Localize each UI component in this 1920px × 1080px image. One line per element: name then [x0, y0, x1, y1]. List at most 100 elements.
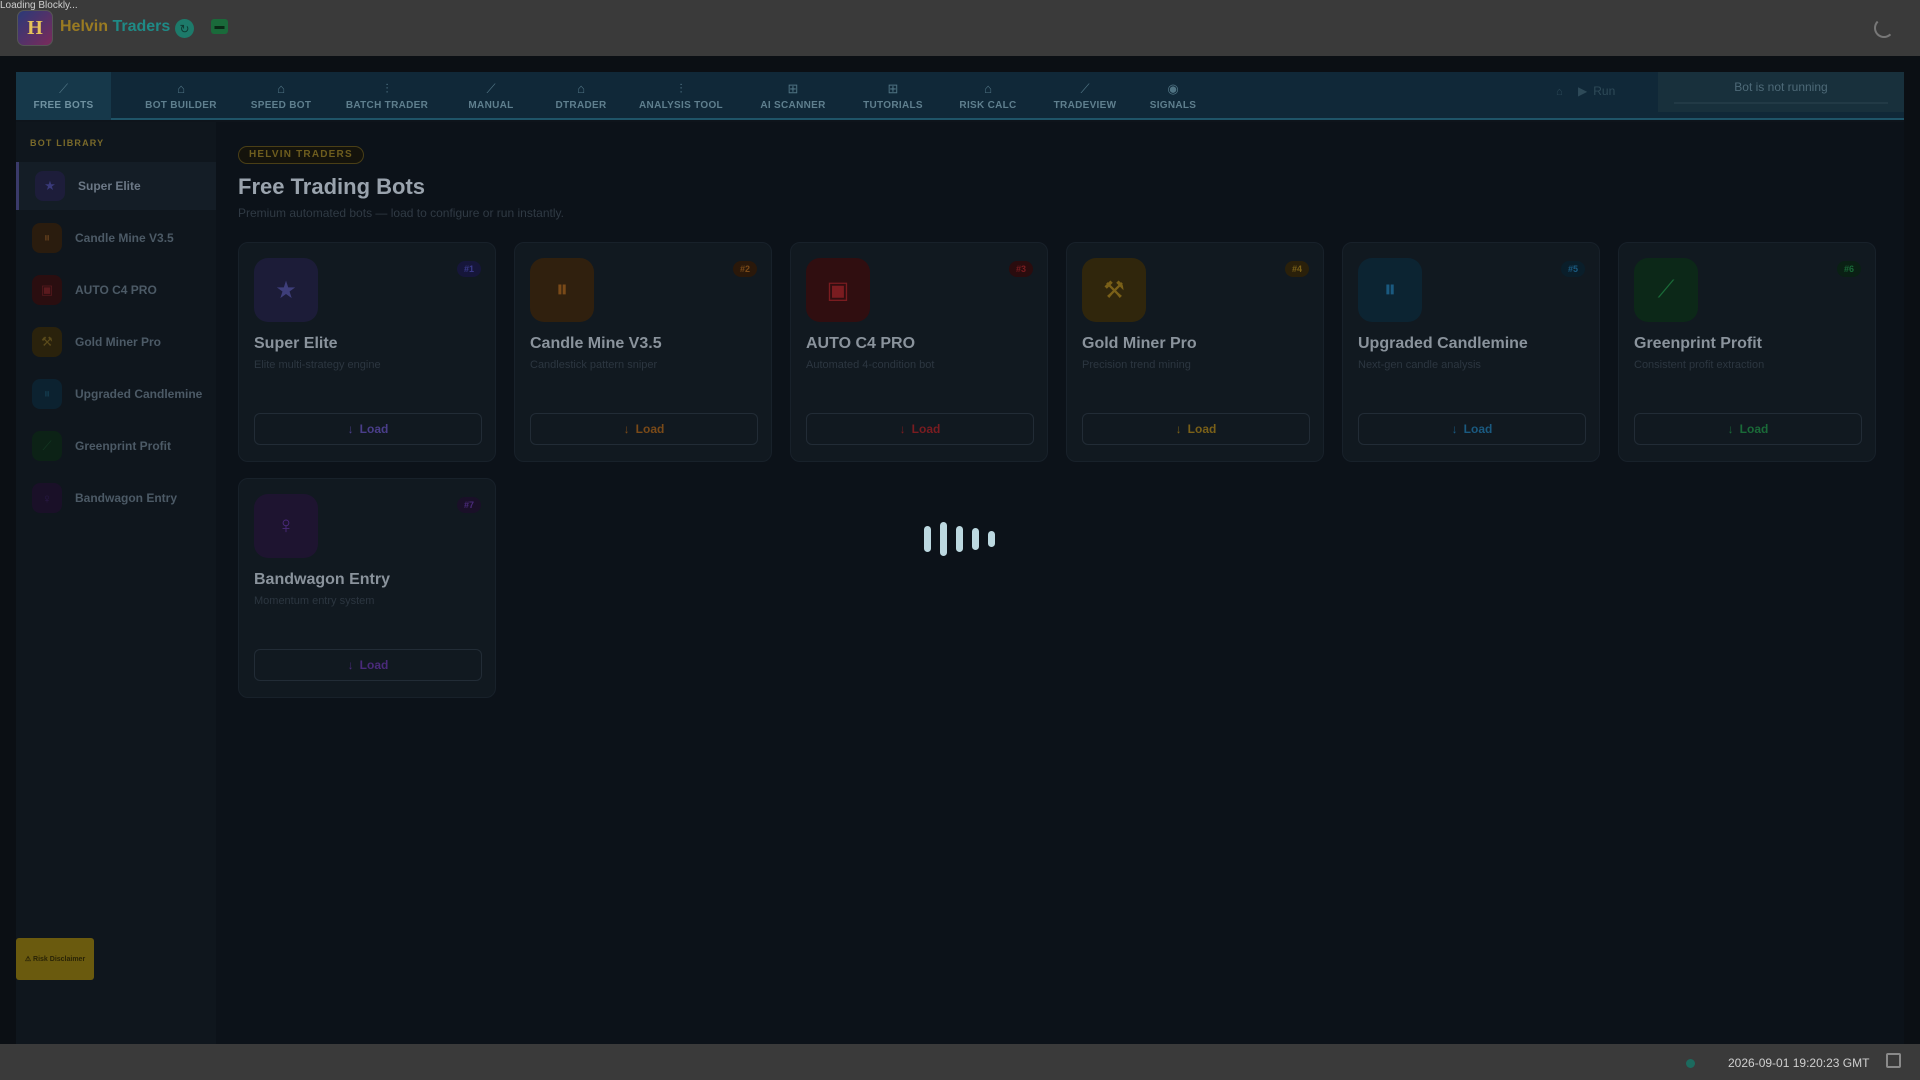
tab-batch-trader[interactable]: ⫶ BATCH TRADER — [332, 72, 442, 120]
tab-label: BOT BUILDER — [145, 99, 217, 111]
trend-up-icon: ⟋ — [32, 431, 62, 461]
tab-label: MANUAL — [468, 99, 514, 111]
sidebar-item-label: Super Elite — [78, 179, 141, 193]
card-number-badge: #6 — [1836, 261, 1861, 277]
card-title: Upgraded Candlemine — [1358, 335, 1528, 352]
page-title: Free Trading Bots — [238, 174, 426, 199]
sidebar-item-label: Gold Miner Pro — [75, 335, 162, 349]
bot-status-text: Bot is not running — [1734, 80, 1828, 94]
tab-label: BATCH TRADER — [345, 99, 429, 111]
tab-label: ANALYSIS TOOL — [639, 99, 723, 111]
tab-tutorials[interactable]: ⊞ TUTORIALS — [843, 72, 943, 120]
bot-card-upgraded-candlemine[interactable]: ⏸ #5 Upgraded Candlemine Next-gen candle… — [1342, 242, 1600, 462]
load-button[interactable]: ↓ Load — [1634, 413, 1862, 445]
lock-icon: ⌂ — [1556, 86, 1563, 98]
download-arrow-icon: ↓ — [899, 422, 906, 436]
card-title: Super Elite — [254, 335, 338, 352]
star-icon: ★ — [254, 258, 318, 322]
bot-status-panel: Bot is not running — [1658, 72, 1904, 112]
card-description: Candlestick pattern sniper — [530, 359, 658, 371]
tab-analysis-tool[interactable]: ⫶ ANALYSIS TOOL — [626, 72, 736, 120]
grid-icon: ⊞ — [787, 80, 799, 96]
candlestick-icon: ⏸ — [32, 223, 62, 253]
sidebar-item-label: Upgraded Candlemine — [75, 387, 203, 401]
tab-risk-calc[interactable]: ⌂ RISK CALC — [938, 72, 1038, 120]
tab-bot-builder[interactable]: ⌂ BOT BUILDER — [128, 72, 234, 120]
sidebar-item-auto-c4-pro[interactable]: ▣ AUTO C4 PRO — [16, 266, 216, 314]
run-label: Run — [1593, 84, 1616, 98]
radio-signal-icon: ◉ — [1167, 80, 1179, 96]
download-arrow-icon: ↓ — [1727, 422, 1734, 436]
card-description: Momentum entry system — [254, 595, 375, 607]
load-button[interactable]: ↓ Load — [1082, 413, 1310, 445]
chart-line-icon: ⟋ — [486, 80, 496, 96]
chat-icon[interactable]: ▬ — [211, 19, 228, 34]
bot-card-bandwagon-entry[interactable]: ♀ #7 Bandwagon Entry Momentum entry syst… — [238, 478, 496, 698]
load-button[interactable]: ↓ Load — [806, 413, 1034, 445]
tab-manual[interactable]: ⟋ MANUAL — [446, 72, 536, 120]
tab-speed-bot[interactable]: ⌂ SPEED BOT — [236, 72, 326, 120]
load-button[interactable]: ↓ Load — [254, 649, 482, 681]
download-arrow-icon: ↓ — [623, 422, 630, 436]
tab-free-bots[interactable]: ⟋ FREE BOTS — [16, 72, 111, 120]
tab-dtrader[interactable]: ⌂ DTRADER — [536, 72, 626, 120]
card-description: Precision trend mining — [1082, 359, 1191, 371]
sidebar-item-greenprint-profit[interactable]: ⟋ Greenprint Profit — [16, 422, 216, 470]
candlestick-icon: ⏸ — [32, 379, 62, 409]
bot-status-divider — [1674, 102, 1888, 104]
tab-label: RISK CALC — [959, 99, 1017, 111]
chart-line-icon: ⟋ — [58, 80, 69, 96]
download-arrow-icon: ↓ — [347, 658, 354, 672]
bot-card-auto-c4-pro[interactable]: ▣ #3 AUTO C4 PRO Automated 4-condition b… — [790, 242, 1048, 462]
puzzle-icon: ⌂ — [984, 80, 992, 96]
card-title: Greenprint Profit — [1634, 335, 1763, 352]
sliders-icon: ⫶ — [679, 80, 683, 96]
run-button[interactable]: ▶ Run — [1578, 72, 1642, 110]
sidebar-item-upgraded-candlemine[interactable]: ⏸ Upgraded Candlemine — [16, 370, 216, 418]
brand-name[interactable]: Helvin Traders — [60, 18, 170, 36]
connection-status-dot — [1686, 1059, 1695, 1068]
tab-tradeview[interactable]: ⟋ TRADEVIEW — [1035, 72, 1135, 120]
risk-disclaimer-button[interactable]: ⚠ Risk Disclaimer — [16, 938, 94, 980]
card-title: Candle Mine V3.5 — [530, 335, 662, 352]
sidebar-item-bandwagon-entry[interactable]: ♀ Bandwagon Entry — [16, 474, 216, 522]
trend-up-icon: ⟋ — [1634, 258, 1698, 322]
bot-card-greenprint-profit[interactable]: ⟋ #6 Greenprint Profit Consistent profit… — [1618, 242, 1876, 462]
load-button[interactable]: ↓ Load — [530, 413, 758, 445]
tab-label: SIGNALS — [1149, 99, 1197, 111]
card-number-badge: #7 — [456, 497, 481, 513]
brand-logo[interactable]: H — [17, 10, 53, 46]
tab-signals[interactable]: ◉ SIGNALS — [1128, 72, 1218, 120]
load-button[interactable]: ↓ Load — [254, 413, 482, 445]
brand-name-part1: Helvin — [60, 18, 109, 35]
download-arrow-icon: ↓ — [1451, 422, 1458, 436]
sidebar-item-candle-mine[interactable]: ⏸ Candle Mine V3.5 — [16, 214, 216, 262]
load-label: Load — [359, 422, 389, 436]
app-frame: ⟋ FREE BOTS ⌂ BOT BUILDER ⌂ SPEED BOT ⫶ … — [16, 72, 1904, 1044]
puzzle-icon: ⌂ — [277, 80, 285, 96]
sliders-icon: ⫶ — [385, 80, 389, 96]
sync-icon[interactable]: ↻ — [175, 19, 194, 38]
bot-card-gold-miner-pro[interactable]: ⚒ #4 Gold Miner Pro Precision trend mini… — [1066, 242, 1324, 462]
loading-bar — [956, 526, 963, 552]
tab-label: TRADEVIEW — [1053, 99, 1117, 111]
tab-bar: ⟋ FREE BOTS ⌂ BOT BUILDER ⌂ SPEED BOT ⫶ … — [16, 72, 1904, 120]
download-arrow-icon: ↓ — [1175, 422, 1182, 436]
tab-ai-scanner[interactable]: ⊞ AI SCANNER — [743, 72, 843, 120]
sidebar-item-super-elite[interactable]: ★ Super Elite — [16, 162, 216, 210]
loading-bar — [972, 528, 979, 550]
fullscreen-icon[interactable] — [1886, 1053, 1901, 1068]
server-time: 2026-09-01 19:20:23 GMT — [1728, 1056, 1870, 1070]
sidebar-item-label: Greenprint Profit — [75, 439, 172, 453]
brand-name-part2: Traders — [112, 18, 171, 35]
load-button[interactable]: ↓ Load — [1358, 413, 1586, 445]
bot-card-super-elite[interactable]: ★ #1 Super Elite Elite multi-strategy en… — [238, 242, 496, 462]
top-header: Loading Blockly... H Helvin Traders ↻ ▬ — [0, 0, 1920, 56]
sidebar-item-gold-miner-pro[interactable]: ⚒ Gold Miner Pro — [16, 318, 216, 366]
card-number-badge: #3 — [1008, 261, 1033, 277]
pickaxe-icon: ⚒ — [1082, 258, 1146, 322]
sidebar-item-label: AUTO C4 PRO — [75, 283, 157, 297]
bot-card-candle-mine[interactable]: ⏸ #2 Candle Mine V3.5 Candlestick patter… — [514, 242, 772, 462]
puzzle-icon: ⌂ — [177, 80, 185, 96]
play-icon: ▶ — [1578, 84, 1588, 98]
